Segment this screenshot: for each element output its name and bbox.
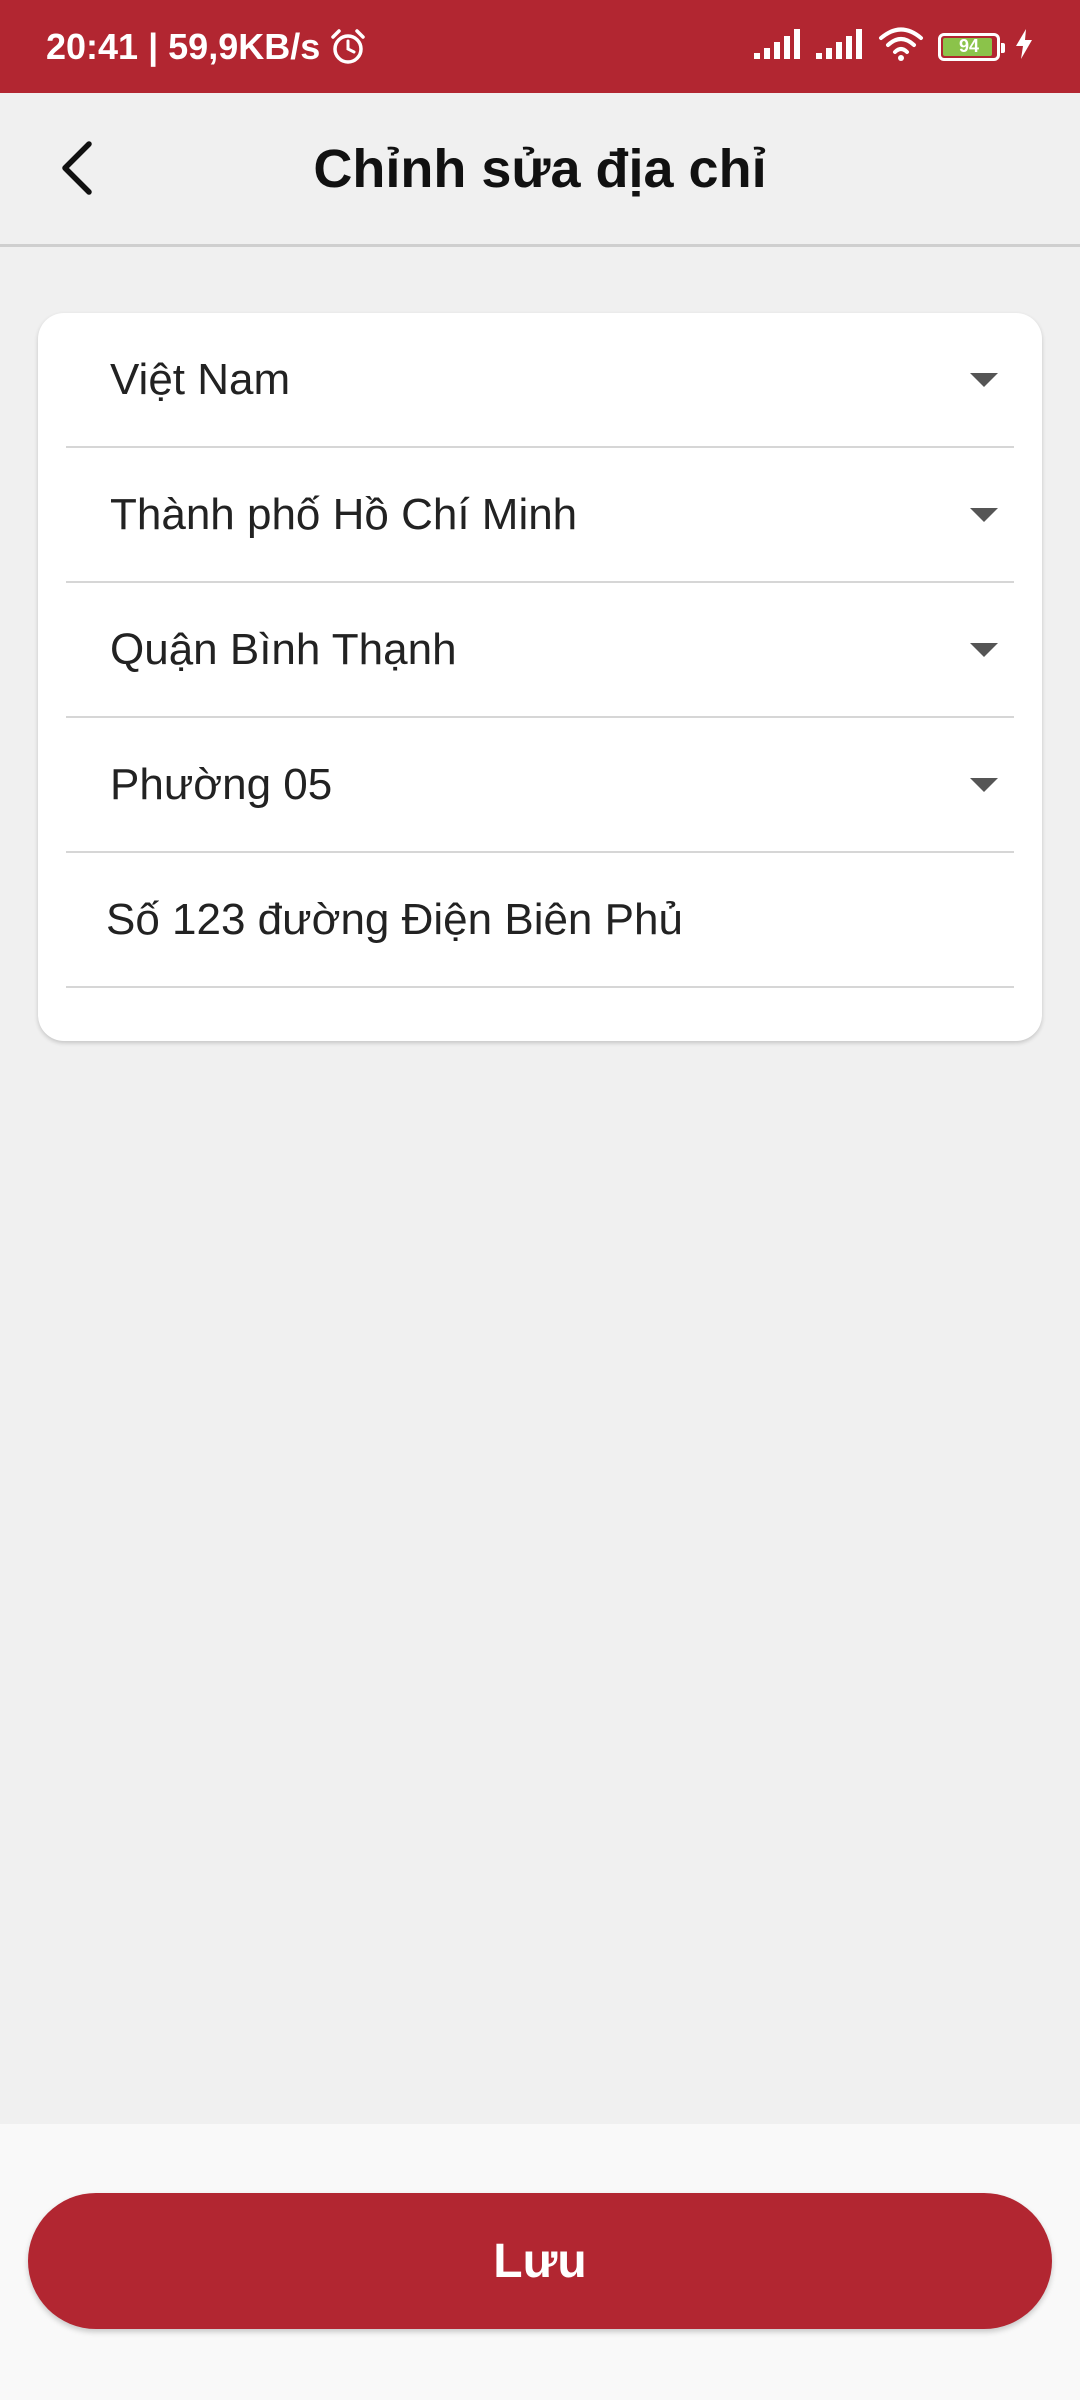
charging-icon [1014,29,1034,64]
status-left: 20:41 | 59,9KB/s [46,26,368,68]
ward-dropdown[interactable]: Phường 05 [66,718,1014,853]
dropdown-arrow-icon [970,777,998,792]
back-button[interactable] [40,133,114,207]
status-bar: 20:41 | 59,9KB/s 94 [0,0,1080,93]
country-dropdown[interactable]: Việt Nam [66,313,1014,448]
district-dropdown[interactable]: Quận Bình Thạnh [66,583,1014,718]
battery-icon: 94 [938,32,1005,61]
app-bar: Chỉnh sửa địa chỉ [0,93,1080,247]
wifi-icon [878,27,924,66]
status-time: 20:41 [46,25,139,67]
ward-value: Phường 05 [110,759,333,809]
status-right: 94 [754,27,1034,66]
battery-level: 94 [958,36,980,56]
alarm-icon [328,27,368,67]
city-value: Thành phố Hồ Chí Minh [110,489,578,539]
district-value: Quận Bình Thạnh [110,624,457,674]
network-speed: | 59,9KB/s [148,25,321,67]
page-title: Chỉnh sửa địa chỉ [313,138,767,199]
signal-icon [816,29,864,64]
save-button[interactable]: Lưu [28,2193,1052,2329]
dropdown-arrow-icon [970,507,998,522]
address-form-card: Việt Nam Thành phố Hồ Chí Minh Quận Bình… [38,313,1042,1041]
chevron-left-icon [57,140,97,201]
dropdown-arrow-icon [970,642,998,657]
street-address-field[interactable] [66,853,1014,988]
dropdown-arrow-icon [970,372,998,387]
city-dropdown[interactable]: Thành phố Hồ Chí Minh [66,448,1014,583]
street-address-input[interactable] [106,894,1014,945]
signal-icon [754,29,802,64]
country-value: Việt Nam [110,354,291,404]
